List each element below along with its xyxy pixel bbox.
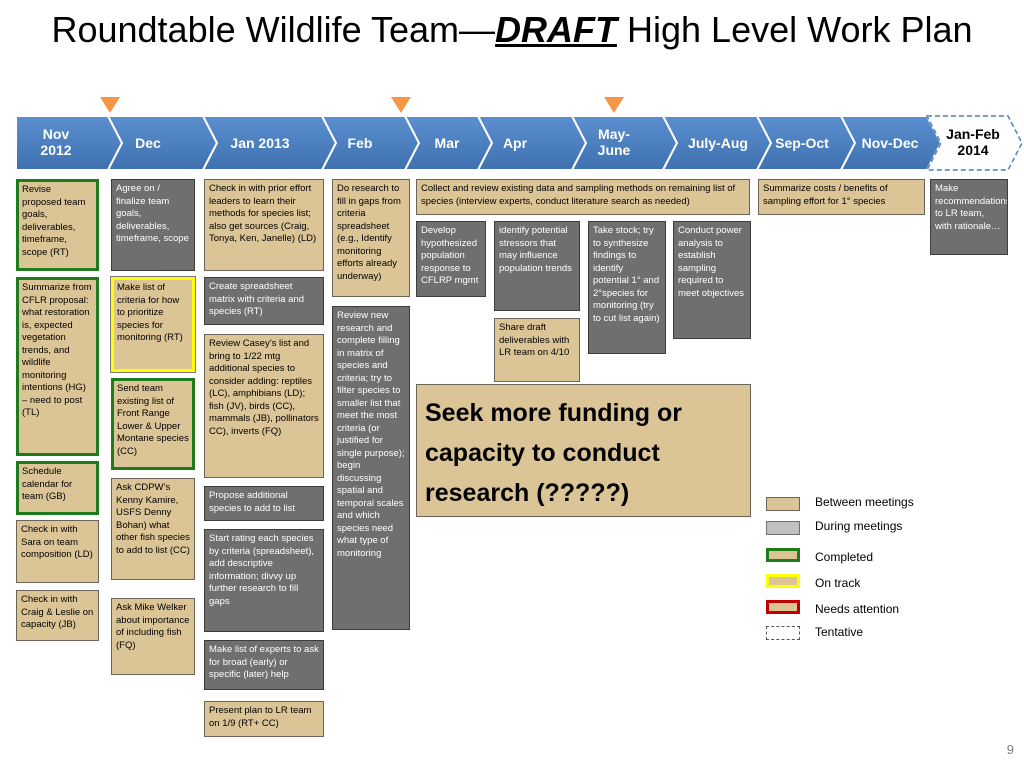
task-box: Check in with Sara on team composition (…	[16, 520, 99, 583]
task-box: Summarize costs / benefits of sampling e…	[758, 179, 925, 215]
timeline-label: Apr	[502, 135, 528, 151]
task-box: Propose additional species to add to lis…	[204, 486, 324, 521]
timeline-label: Dec	[135, 135, 161, 151]
timeline-chevrons	[15, 115, 1023, 171]
timeline-label: Sep-Oct	[775, 135, 829, 151]
legend-label: During meetings	[815, 519, 903, 533]
task-box: Schedule calendar for team (GB)	[16, 461, 99, 515]
task-box: Make list of criteria for how to priorit…	[110, 276, 196, 373]
legend-label: Between meetings	[815, 495, 914, 509]
task-box: Revise proposed team goals, deliverables…	[16, 179, 99, 271]
task-box: Summarize from CFLR proposal: what resto…	[16, 277, 99, 456]
task-box: Check in with Craig & Leslie on capacity…	[16, 590, 99, 641]
timeline-label: Nov 2012	[40, 126, 72, 158]
task-box: Make recommendations to LR team, with ra…	[930, 179, 1008, 255]
task-box: Review Casey’s list and bring to 1/22 mt…	[204, 334, 324, 478]
legend-label: On track	[815, 576, 861, 590]
task-box: Check in with prior effort leaders to le…	[204, 179, 324, 271]
timeline-label: Jan 2013	[230, 135, 290, 151]
task-box: Agree on / finalize team goals, delivera…	[111, 179, 195, 271]
task-box: Develop hypothesized population response…	[416, 221, 486, 297]
task-box: Send team existing list of Front Range L…	[111, 378, 195, 470]
task-box: Review new research and complete filling…	[332, 306, 410, 630]
timeline-label: Feb	[347, 135, 373, 151]
timeline-label: Mar	[434, 135, 460, 151]
task-box: Ask Mike Welker about importance of incl…	[111, 598, 195, 675]
gray-box-icon	[766, 521, 800, 535]
task-box: Do research to fill in gaps from criteri…	[332, 179, 410, 297]
task-box: Present plan to LR team on 1/9 (RT+ CC)	[204, 701, 324, 737]
task-box: Take stock; try to synthesize findings t…	[588, 221, 666, 354]
task-box: Conduct power analysis to establish samp…	[673, 221, 751, 339]
task-box: Share draft deliverables with LR team on…	[494, 318, 580, 382]
task-box: Make list of experts to ask for broad (e…	[204, 640, 324, 690]
legend-label: Tentative	[815, 625, 864, 639]
timeline-label: Jan-Feb 2014	[946, 126, 1000, 158]
dashed-box-icon	[766, 626, 800, 640]
yellow-border-box-icon	[766, 574, 800, 588]
page-number: 9	[1006, 742, 1014, 757]
task-box: Start rating each species by criteria (s…	[204, 529, 324, 632]
tan-box-icon	[766, 497, 800, 511]
timeline-label: Nov-Dec	[861, 135, 919, 151]
timeline-label: May- June	[597, 126, 631, 158]
legend-label: Completed	[815, 550, 874, 564]
timeline-label: July-Aug	[688, 135, 748, 151]
task-box: identify potential stressors that may in…	[494, 221, 580, 311]
red-border-box-icon	[766, 600, 800, 614]
green-border-box-icon	[766, 548, 800, 562]
task-box: Collect and review existing data and sam…	[416, 179, 750, 215]
funding-callout: Seek more funding or capacity to conduct…	[416, 384, 751, 517]
task-box: Ask CDPW’s Kenny Kamire, USFS Denny Boha…	[111, 478, 195, 580]
task-box: Create spreadsheet matrix with criteria …	[204, 277, 324, 325]
legend-label: Needs attention	[815, 602, 900, 616]
